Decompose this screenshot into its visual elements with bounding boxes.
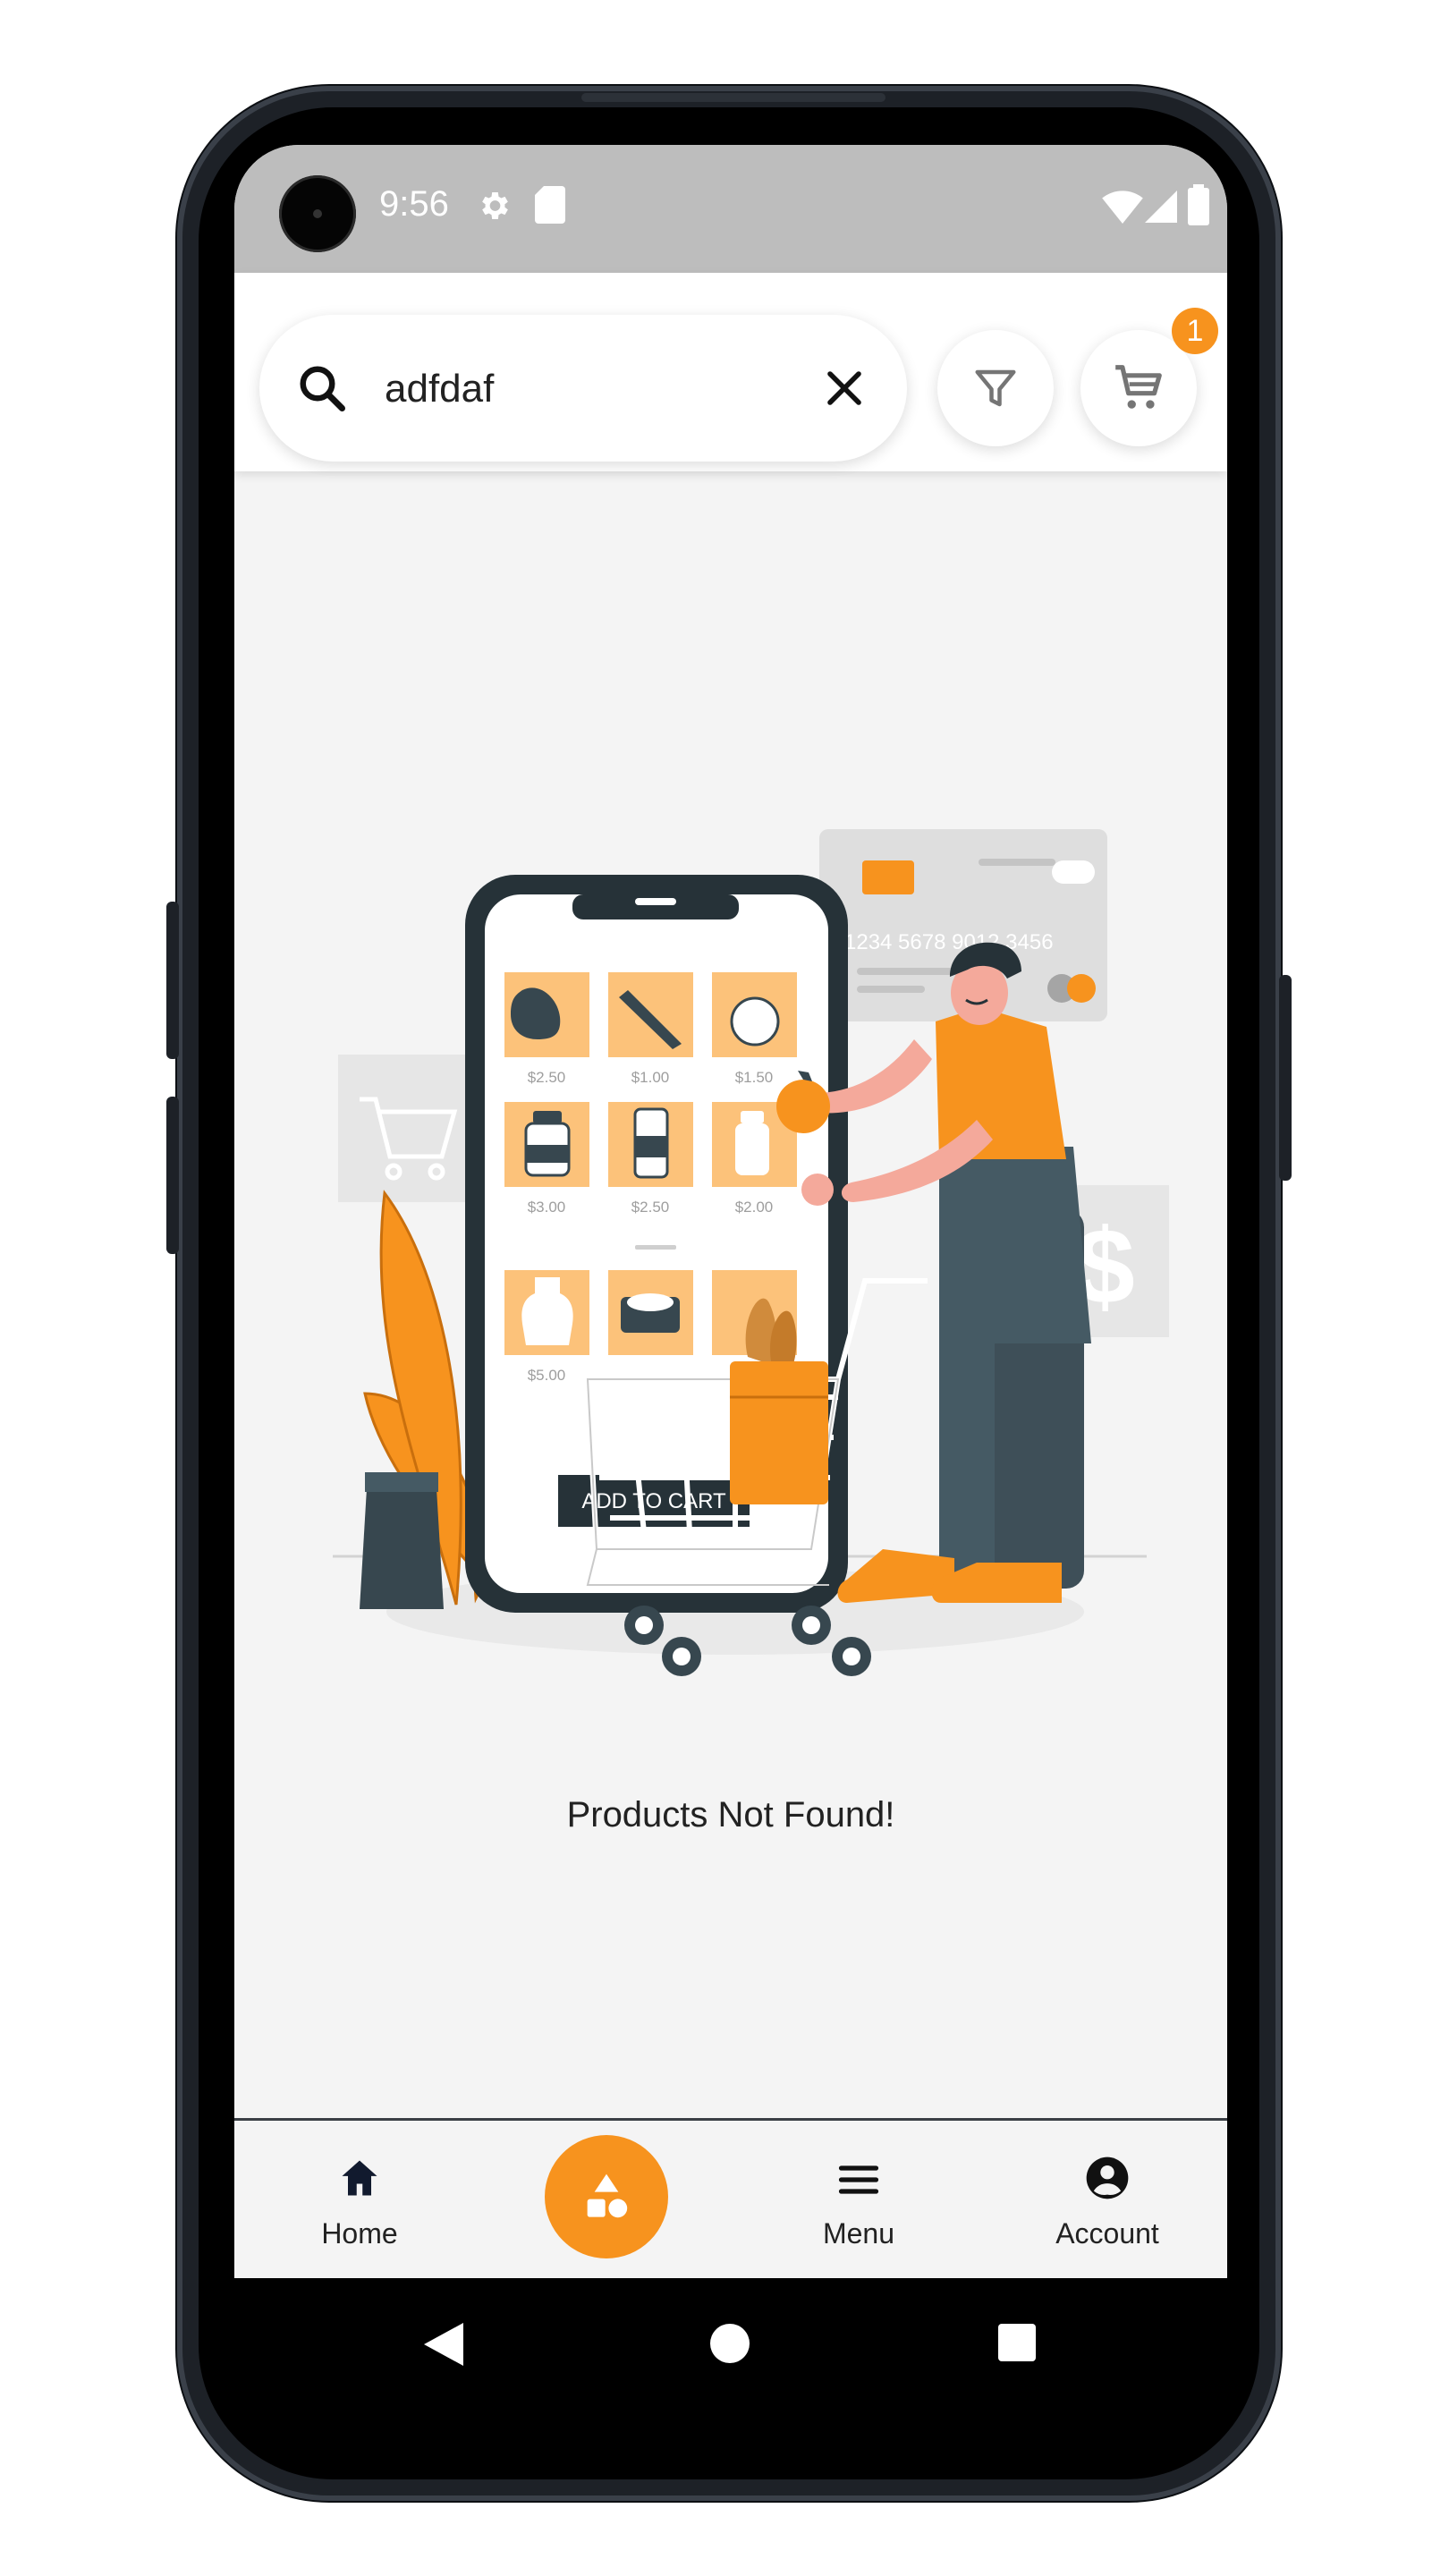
nav-label-home: Home xyxy=(321,2217,398,2250)
nav-label-menu: Menu xyxy=(822,2217,895,2250)
phone-side-button xyxy=(166,1097,179,1254)
card-number-text: 1234 5678 9012 3456 xyxy=(844,930,1054,954)
phone-speaker xyxy=(581,93,886,102)
nav-label-account: Account xyxy=(1055,2217,1159,2250)
price-label: $2.00 xyxy=(735,1199,774,1216)
nav-item-home[interactable]: Home xyxy=(270,2126,449,2278)
price-label: $2.50 xyxy=(528,1069,566,1086)
phone-side-button xyxy=(166,902,179,1059)
add-to-cart-label: ADD TO CART xyxy=(581,1489,726,1513)
price-label: $2.50 xyxy=(631,1199,670,1216)
bottom-nav-divider xyxy=(234,2118,1227,2121)
nav-item-account[interactable]: Account xyxy=(1018,2126,1197,2278)
home-system-icon[interactable] xyxy=(710,2324,750,2363)
system-navigation-bar xyxy=(234,2278,1227,2412)
nav-item-categories[interactable] xyxy=(545,2135,668,2258)
phone-screen: 9:56 adfdaf 1 1234 5678 9012 3456 $ $2.5… xyxy=(234,145,1227,2278)
price-label: $5.00 xyxy=(528,1367,566,1384)
recents-icon[interactable] xyxy=(998,2324,1036,2361)
price-label: $3.00 xyxy=(528,1199,566,1216)
shapes-icon xyxy=(587,2174,628,2218)
account-icon xyxy=(1086,2157,1129,2199)
home-icon xyxy=(342,2160,377,2196)
nav-item-menu[interactable]: Menu xyxy=(769,2126,948,2278)
price-label: $1.50 xyxy=(735,1069,774,1086)
back-icon[interactable] xyxy=(424,2323,463,2366)
price-label: $1.00 xyxy=(631,1069,670,1086)
menu-icon xyxy=(838,2165,879,2194)
bottom-navigation: Home Menu Account xyxy=(234,2126,1227,2278)
empty-state-message: Products Not Found! xyxy=(566,1795,895,1835)
phone-side-button xyxy=(1279,975,1292,1181)
